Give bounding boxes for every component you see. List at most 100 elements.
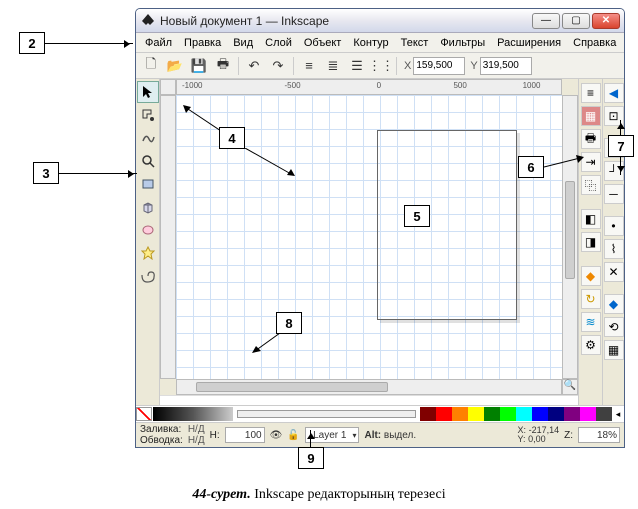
color-swatch[interactable]	[452, 407, 468, 421]
y-input[interactable]: 319,500	[480, 57, 532, 75]
copy-icon[interactable]: ⿻	[581, 175, 601, 195]
redo-button[interactable]: ↷	[267, 55, 289, 77]
horizontal-scrollbar[interactable]	[176, 379, 562, 395]
lock-icon[interactable]: 🔓	[287, 430, 299, 441]
toolbox	[136, 79, 160, 405]
prefs-icon[interactable]: ⚙	[581, 335, 601, 355]
callout-6: 6	[518, 156, 544, 178]
menu-extensions[interactable]: Расширения	[492, 35, 566, 51]
visibility-icon[interactable]: 👁	[270, 430, 283, 441]
minimize-button[interactable]: —	[532, 13, 560, 29]
ruler-tick: 1000	[523, 81, 541, 90]
commands-bar: 🗋 📂 💾 🖶 ↶ ↷ ≡ ≣ ☰ ⋮⋮ X 159,500 Y 319,500	[136, 53, 624, 79]
inkscape-window: Новый документ 1 — Inkscape — ▢ ✕ Файл П…	[135, 8, 625, 448]
zoom-input[interactable]: 18%	[578, 427, 620, 443]
titlebar[interactable]: Новый документ 1 — Inkscape — ▢ ✕	[136, 9, 624, 33]
snap-grid-icon[interactable]: ▦	[604, 340, 624, 360]
maximize-button[interactable]: ▢	[562, 13, 590, 29]
x-input[interactable]: 159,500	[413, 57, 465, 75]
zoom-label: Z:	[564, 430, 573, 441]
menu-layer[interactable]: Слой	[260, 35, 297, 51]
color-swatch[interactable]	[468, 407, 484, 421]
open-button[interactable]: 📂	[164, 55, 186, 77]
new-button[interactable]: 🗋	[140, 55, 162, 77]
grayscale-swatches[interactable]	[153, 407, 233, 421]
color-swatch[interactable]	[436, 407, 452, 421]
align-left-icon[interactable]: ≡	[298, 55, 320, 77]
menu-file[interactable]: Файл	[140, 35, 177, 51]
menu-text[interactable]: Текст	[396, 35, 434, 51]
snap-mid-icon[interactable]: ─	[604, 184, 624, 204]
menu-edit[interactable]: Правка	[179, 35, 226, 51]
ruler-tick: 0	[377, 81, 381, 90]
fill-label: Заливка:	[140, 424, 181, 435]
close-button[interactable]: ✕	[592, 13, 620, 29]
menu-object[interactable]: Объект	[299, 35, 346, 51]
snap-node-icon[interactable]: •	[604, 216, 624, 236]
vertical-ruler[interactable]	[160, 95, 176, 379]
color-swatch[interactable]	[484, 407, 500, 421]
callout-4: 4	[219, 127, 245, 149]
color-swatch[interactable]	[564, 407, 580, 421]
transform-icon[interactable]: ↻	[581, 289, 601, 309]
node-tool[interactable]	[137, 104, 159, 126]
undo-button[interactable]: ↶	[243, 55, 265, 77]
palette-scroll-spacer	[237, 410, 416, 418]
color-swatch[interactable]	[516, 407, 532, 421]
ungroup-icon[interactable]: ◨	[581, 232, 601, 252]
box3d-tool[interactable]	[137, 196, 159, 218]
callout-5: 5	[404, 205, 430, 227]
color-swatch[interactable]	[532, 407, 548, 421]
vertical-scrollbar[interactable]	[562, 95, 578, 379]
separator	[293, 57, 294, 75]
snap-intersect-icon[interactable]: ✕	[604, 262, 624, 282]
callout-2-line	[45, 43, 133, 44]
rectangle-tool[interactable]	[137, 173, 159, 195]
spiral-tool[interactable]	[137, 265, 159, 287]
align-right-icon[interactable]: ☰	[346, 55, 368, 77]
star-tool[interactable]	[137, 242, 159, 264]
color-swatch[interactable]	[500, 407, 516, 421]
hint-prefix: Alt:	[364, 430, 381, 441]
no-color-swatch[interactable]	[136, 407, 152, 421]
x-label: X	[404, 60, 411, 72]
color-swatch[interactable]	[420, 407, 436, 421]
color-palette: ◂	[136, 405, 624, 423]
menu-filters[interactable]: Фильтры	[435, 35, 490, 51]
palette-menu-icon[interactable]: ◂	[612, 409, 624, 420]
window-title: Новый документ 1 — Inkscape	[160, 14, 530, 28]
align-center-icon[interactable]: ≣	[322, 55, 344, 77]
print-button[interactable]: 🖶	[212, 55, 234, 77]
fill-dialog-icon[interactable]: ◆	[581, 266, 601, 286]
selector-tool[interactable]	[137, 81, 159, 103]
callout-8: 8	[276, 312, 302, 334]
docprops-icon[interactable]: ≡	[581, 83, 601, 103]
menu-path[interactable]: Контур	[348, 35, 393, 51]
snap-rotation-icon[interactable]: ⟲	[604, 317, 624, 337]
callout-6-line	[544, 155, 584, 177]
menu-help[interactable]: Справка	[568, 35, 621, 51]
xml-icon[interactable]: ▦	[581, 106, 601, 126]
zoom-tool[interactable]	[137, 150, 159, 172]
snap-master-icon[interactable]: ◀	[604, 83, 624, 103]
scrollbar-thumb[interactable]	[196, 382, 388, 392]
import-icon[interactable]: 🖶	[581, 129, 601, 149]
group-icon[interactable]: ◧	[581, 209, 601, 229]
distribute-icon[interactable]: ⋮⋮	[370, 55, 392, 77]
color-swatch[interactable]	[580, 407, 596, 421]
menu-view[interactable]: Вид	[228, 35, 258, 51]
color-swatch[interactable]	[596, 407, 612, 421]
layers-icon[interactable]: ≋	[581, 312, 601, 332]
zoom-corner-icon[interactable]: 🔍	[562, 379, 578, 395]
opacity-input[interactable]: 100	[225, 427, 265, 443]
save-button[interactable]: 💾	[188, 55, 210, 77]
ruler-tick: -500	[285, 81, 301, 90]
scrollbar-thumb[interactable]	[565, 181, 575, 280]
snap-path-icon[interactable]: ⌇	[604, 239, 624, 259]
tweak-tool[interactable]	[137, 127, 159, 149]
snap-center-icon[interactable]: ◆	[604, 294, 624, 314]
callout-7-line-down	[620, 157, 621, 175]
ellipse-tool[interactable]	[137, 219, 159, 241]
horizontal-ruler[interactable]: -1000 -500 0 500 1000	[176, 79, 562, 95]
color-swatch[interactable]	[548, 407, 564, 421]
